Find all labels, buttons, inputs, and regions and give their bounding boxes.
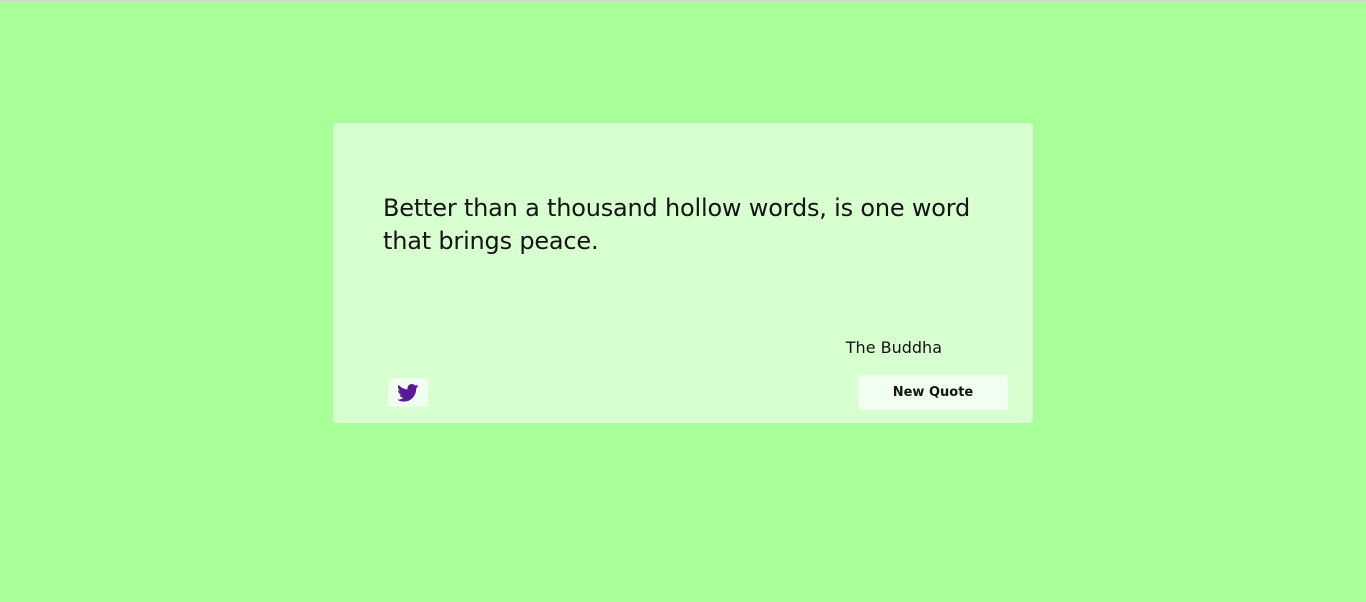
quote-card: Better than a thousand hollow words, is … <box>333 123 1033 423</box>
quote-author: The Buddha <box>845 338 942 357</box>
quote-text: Better than a thousand hollow words, is … <box>383 194 971 255</box>
tweet-quote-button[interactable] <box>388 378 428 407</box>
twitter-icon <box>397 383 419 402</box>
new-quote-button[interactable]: New Quote <box>858 375 1008 410</box>
page-background: { "quote": { "text": "Better than a thou… <box>0 0 1366 602</box>
